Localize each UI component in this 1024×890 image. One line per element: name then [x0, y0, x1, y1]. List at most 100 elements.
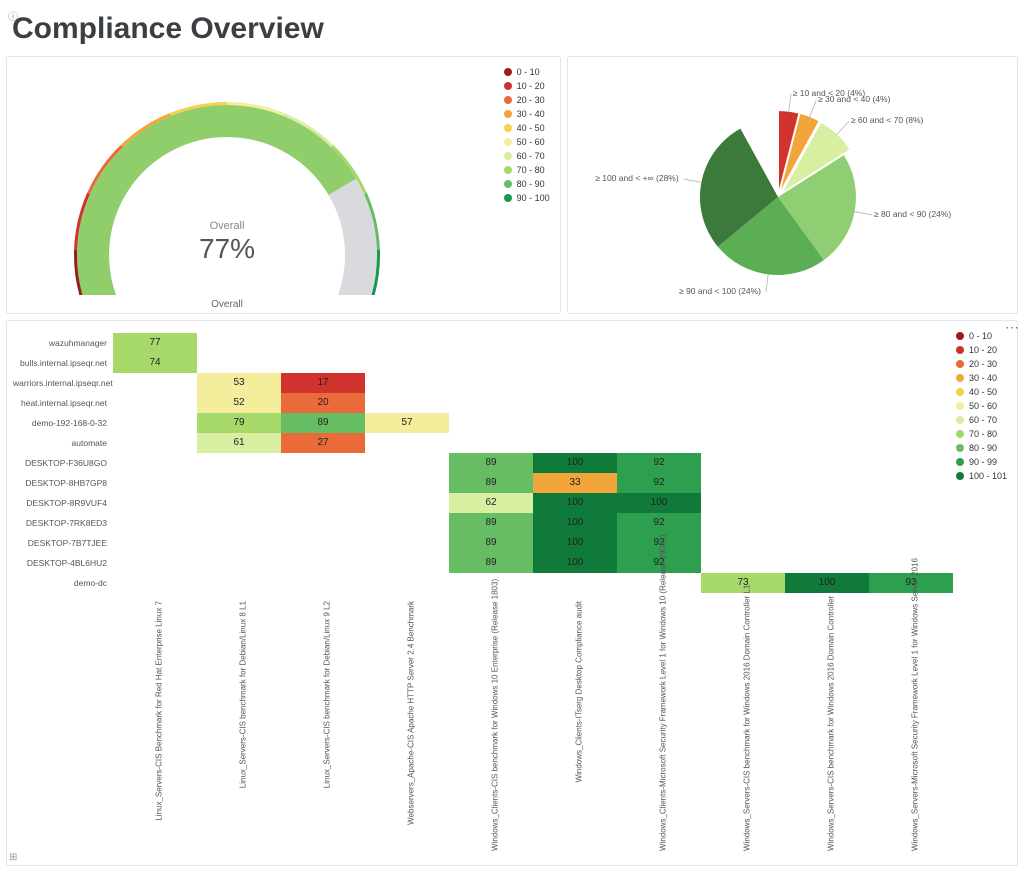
gauge-legend: 0 - 1010 - 2020 - 3030 - 4040 - 5050 - 6… — [504, 65, 550, 205]
legend-item[interactable]: 70 - 80 — [956, 427, 1007, 441]
heatmap-row-label: DESKTOP-F36U8GO — [13, 453, 113, 473]
heatmap-cell[interactable]: 89 — [281, 413, 365, 433]
legend-label: 70 - 80 — [517, 163, 545, 177]
legend-item[interactable]: 40 - 50 — [956, 385, 1007, 399]
heatmap-cell[interactable]: 57 — [365, 413, 449, 433]
heatmap-cell[interactable]: 100 — [533, 513, 617, 533]
heatmap-cell[interactable]: 89 — [449, 473, 533, 493]
legend-item[interactable]: 40 - 50 — [504, 121, 550, 135]
heatmap-row-label: warriors.internal.ipseqr.net — [13, 373, 113, 393]
heatmap-row-label: DESKTOP-8R9VUF4 — [13, 493, 113, 513]
legend-label: 80 - 90 — [517, 177, 545, 191]
legend-label: 40 - 50 — [517, 121, 545, 135]
info-icon[interactable]: ⓘ — [8, 8, 18, 23]
expand-icon[interactable]: ⊞ — [9, 852, 17, 863]
heatmap-row-label: wazuhmanager — [13, 333, 113, 353]
legend-label: 10 - 20 — [969, 343, 997, 357]
legend-item[interactable]: 90 - 100 — [504, 191, 550, 205]
legend-label: 20 - 30 — [969, 357, 997, 371]
legend-label: 60 - 70 — [969, 413, 997, 427]
legend-item[interactable]: 70 - 80 — [504, 163, 550, 177]
pie-chart[interactable]: ≥ 10 and < 20 (4%)≥ 30 and < 40 (4%)≥ 60… — [568, 57, 1017, 313]
heatmap-cell[interactable]: 100 — [533, 453, 617, 473]
legend-label: 40 - 50 — [969, 385, 997, 399]
heatmap-cell[interactable]: 62 — [449, 493, 533, 513]
heatmap-cell[interactable]: 89 — [449, 553, 533, 573]
legend-item[interactable]: 20 - 30 — [956, 357, 1007, 371]
gauge-bottom-label: Overall — [37, 299, 417, 310]
heatmap-cell[interactable]: 52 — [197, 393, 281, 413]
legend-label: 0 - 10 — [969, 329, 992, 343]
heatmap-col-label: Webservers_Apache-CIS Apache HTTP Server… — [407, 601, 416, 851]
legend-label: 90 - 99 — [969, 455, 997, 469]
legend-item[interactable]: 100 - 101 — [956, 469, 1007, 483]
heatmap-col-label: Windows_Clients-CIS benchmark for Window… — [491, 601, 500, 851]
heatmap-cell[interactable]: 100 — [617, 493, 701, 513]
heatmap-cell[interactable]: 53 — [197, 373, 281, 393]
heatmap-cell[interactable]: 92 — [617, 513, 701, 533]
heatmap-col-label: Linux_Servers-CIS benchmark for Debian/L… — [239, 601, 248, 851]
legend-item[interactable]: 30 - 40 — [956, 371, 1007, 385]
legend-label: 70 - 80 — [969, 427, 997, 441]
legend-item[interactable]: 50 - 60 — [956, 399, 1007, 413]
heatmap-row-label: DESKTOP-7RK8ED3 — [13, 513, 113, 533]
gauge-chart[interactable]: Overall 77% Overall — [37, 65, 417, 295]
heatmap-col-label: Linux_Servers-CIS Benchmark for Red Hat … — [155, 601, 164, 851]
pie-slice-label: ≥ 30 and < 40 (4%) — [818, 94, 890, 104]
heatmap-cell[interactable]: 92 — [617, 473, 701, 493]
heatmap-col-label: Windows_Clients-ITserg Desktop Complianc… — [575, 601, 584, 851]
heatmap-cell[interactable]: 79 — [197, 413, 281, 433]
pie-slice-label: ≥ 80 and < 90 (24%) — [874, 209, 951, 219]
legend-item[interactable]: 80 - 90 — [956, 441, 1007, 455]
heatmap-cell[interactable]: 77 — [113, 333, 197, 353]
legend-item[interactable]: 50 - 60 — [504, 135, 550, 149]
legend-item[interactable]: 0 - 10 — [956, 329, 1007, 343]
legend-item[interactable]: 10 - 20 — [504, 79, 550, 93]
heatmap-cell[interactable]: 89 — [449, 513, 533, 533]
heatmap-cell[interactable]: 20 — [281, 393, 365, 413]
legend-item[interactable]: 30 - 40 — [504, 107, 550, 121]
legend-label: 90 - 100 — [517, 191, 550, 205]
heatmap-row-label: DESKTOP-7B7TJEE — [13, 533, 113, 553]
legend-item[interactable]: 60 - 70 — [504, 149, 550, 163]
heatmap-cell[interactable]: 89 — [449, 533, 533, 553]
legend-label: 30 - 40 — [969, 371, 997, 385]
legend-item[interactable]: 20 - 30 — [504, 93, 550, 107]
gauge-value: 77% — [37, 233, 417, 265]
heatmap-cell[interactable]: 92 — [617, 453, 701, 473]
heatmap-chart[interactable]: wazuhmanagerbulls.internal.ipseqr.netwar… — [13, 327, 1011, 859]
heatmap-cell[interactable]: 33 — [533, 473, 617, 493]
heatmap-cell[interactable]: 100 — [533, 533, 617, 553]
legend-item[interactable]: 10 - 20 — [956, 343, 1007, 357]
heatmap-row-label: heat.internal.ipseqr.net — [13, 393, 113, 413]
legend-label: 80 - 90 — [969, 441, 997, 455]
legend-item[interactable]: 60 - 70 — [956, 413, 1007, 427]
legend-label: 60 - 70 — [517, 149, 545, 163]
heatmap-row-label: bulls.internal.ipseqr.net — [13, 353, 113, 373]
heatmap-cell[interactable]: 100 — [533, 553, 617, 573]
gauge-label: Overall — [37, 220, 417, 232]
heatmap-cell[interactable]: 89 — [449, 453, 533, 473]
page-title: Compliance Overview — [12, 12, 1018, 46]
heatmap-cell[interactable]: 74 — [113, 353, 197, 373]
legend-label: 50 - 60 — [969, 399, 997, 413]
heatmap-panel: ⋯ wazuhmanagerbulls.internal.ipseqr.netw… — [6, 320, 1018, 866]
heatmap-row-label: DESKTOP-4BL6HU2 — [13, 553, 113, 573]
legend-label: 50 - 60 — [517, 135, 545, 149]
legend-item[interactable]: 0 - 10 — [504, 65, 550, 79]
legend-label: 10 - 20 — [517, 79, 545, 93]
heatmap-col-label: Windows_Servers-Microsoft Security Frame… — [911, 601, 920, 851]
heatmap-cell[interactable]: 17 — [281, 373, 365, 393]
pie-panel: ≥ 10 and < 20 (4%)≥ 30 and < 40 (4%)≥ 60… — [567, 56, 1018, 314]
heatmap-cell[interactable]: 100 — [533, 493, 617, 513]
heatmap-row-label: DESKTOP-8HB7GP8 — [13, 473, 113, 493]
legend-item[interactable]: 80 - 90 — [504, 177, 550, 191]
gauge-panel: Overall 77% Overall 0 - 1010 - 2020 - 30… — [6, 56, 561, 314]
pie-slice-label: ≥ 60 and < 70 (8%) — [851, 115, 923, 125]
heatmap-cell[interactable]: 61 — [197, 433, 281, 453]
heatmap-col-label: Windows_Servers-CIS benchmark for Window… — [827, 601, 836, 851]
legend-label: 20 - 30 — [517, 93, 545, 107]
heatmap-col-label: Windows_Servers-CIS benchmark for Window… — [743, 601, 752, 851]
legend-item[interactable]: 90 - 99 — [956, 455, 1007, 469]
heatmap-cell[interactable]: 27 — [281, 433, 365, 453]
